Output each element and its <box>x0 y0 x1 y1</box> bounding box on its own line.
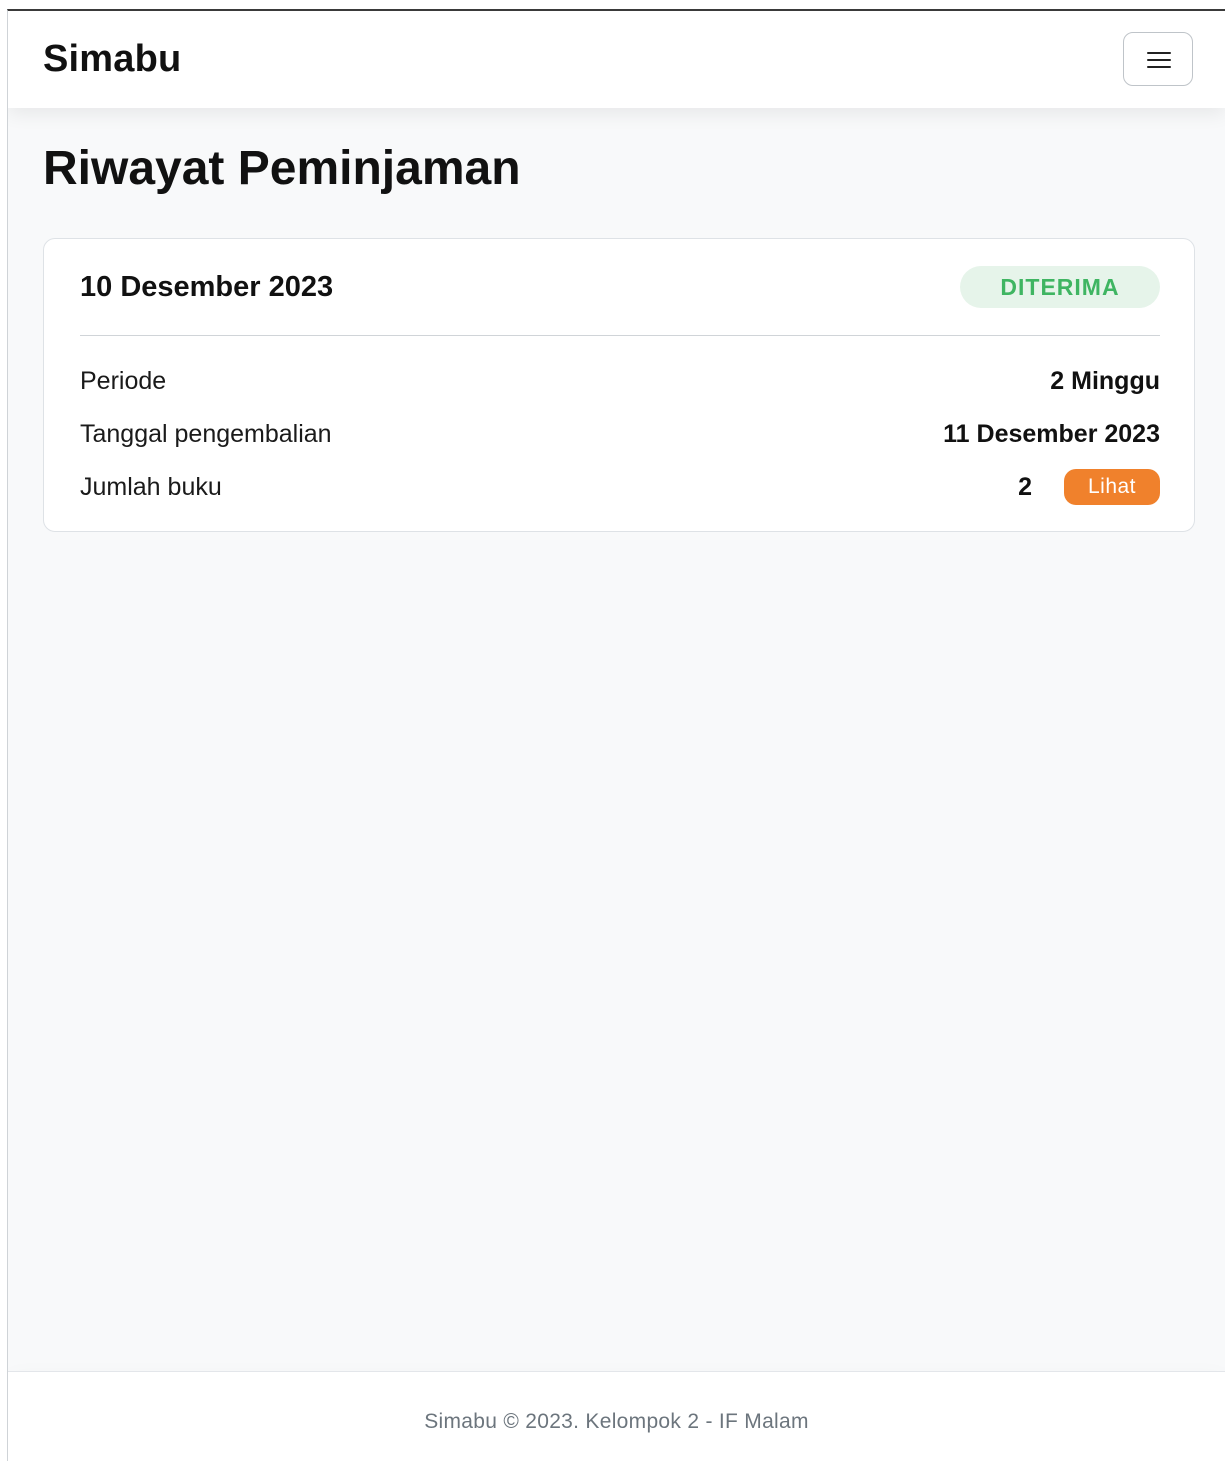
detail-label: Tanggal pengembalian <box>80 420 332 448</box>
detail-row-return-date: Tanggal pengembalian 11 Desember 2023 <box>80 416 1160 452</box>
detail-value: 11 Desember 2023 <box>943 420 1160 448</box>
app-frame: Simabu Riwayat Peminjaman 10 Desember 20… <box>7 9 1225 1461</box>
detail-row-book-count: Jumlah buku 2 Lihat <box>80 469 1160 505</box>
loan-date: 10 Desember 2023 <box>80 271 334 303</box>
detail-label: Jumlah buku <box>80 473 222 501</box>
view-books-button[interactable]: Lihat <box>1064 469 1160 505</box>
card-divider <box>80 335 1160 336</box>
navbar: Simabu <box>8 11 1225 108</box>
detail-value: 2 <box>1018 473 1032 501</box>
footer-text: Simabu © 2023. Kelompok 2 - IF Malam <box>424 1410 809 1433</box>
detail-value: 2 Minggu <box>1050 367 1160 395</box>
detail-row-periode: Periode 2 Minggu <box>80 363 1160 399</box>
navbar-brand[interactable]: Simabu <box>43 38 181 81</box>
page-title: Riwayat Peminjaman <box>43 142 521 195</box>
footer: Simabu © 2023. Kelompok 2 - IF Malam <box>8 1371 1225 1461</box>
status-badge: DITERIMA <box>960 266 1160 308</box>
detail-label: Periode <box>80 367 167 395</box>
navbar-toggle-button[interactable] <box>1123 32 1193 86</box>
hamburger-menu-icon <box>1147 52 1171 68</box>
loan-history-card: 10 Desember 2023 DITERIMA Periode 2 Ming… <box>43 238 1195 532</box>
